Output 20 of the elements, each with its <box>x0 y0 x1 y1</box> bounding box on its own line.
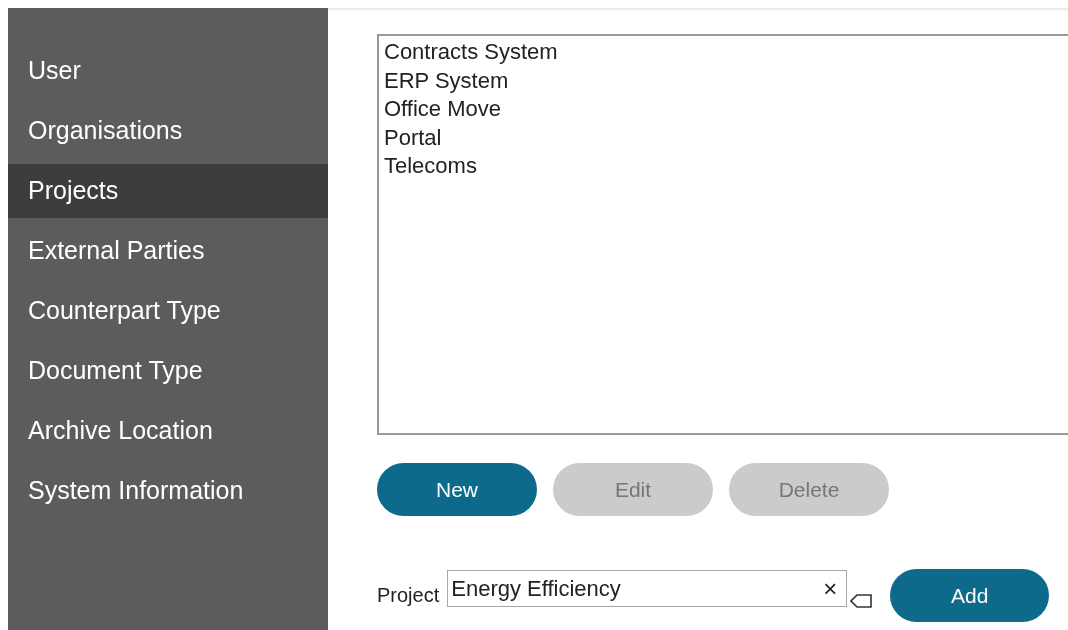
tag-icon[interactable] <box>850 594 873 608</box>
sidebar-item[interactable]: Archive Location <box>8 404 328 458</box>
list-item[interactable]: Office Move <box>384 95 501 124</box>
project-list[interactable]: Contracts System ERP System Office Move Portal Telecoms <box>377 34 1068 435</box>
field-label: Project <box>377 583 440 608</box>
sidebar-item[interactable]: System Information <box>8 464 328 518</box>
list-item[interactable]: Portal <box>384 123 442 152</box>
sidebar-item[interactable]: Document Type <box>8 344 328 398</box>
clear-button[interactable]: × <box>817 576 844 601</box>
sidebar-item[interactable]: Counterpart Type <box>8 284 328 338</box>
sidebar-item[interactable]: User <box>8 44 328 98</box>
list-item[interactable]: Contracts System <box>384 38 558 67</box>
list-item[interactable]: Telecoms <box>384 152 477 181</box>
sidebar-item[interactable]: Projects <box>8 164 328 218</box>
project-field[interactable]: Energy Efficiency × <box>447 570 848 607</box>
sidebar-item[interactable]: External Parties <box>8 224 328 278</box>
list-item[interactable]: ERP System <box>384 66 509 95</box>
action-button[interactable]: Add <box>890 569 1050 622</box>
sidebar-item[interactable]: Organisations <box>8 104 328 158</box>
action-button[interactable]: New <box>377 463 537 516</box>
